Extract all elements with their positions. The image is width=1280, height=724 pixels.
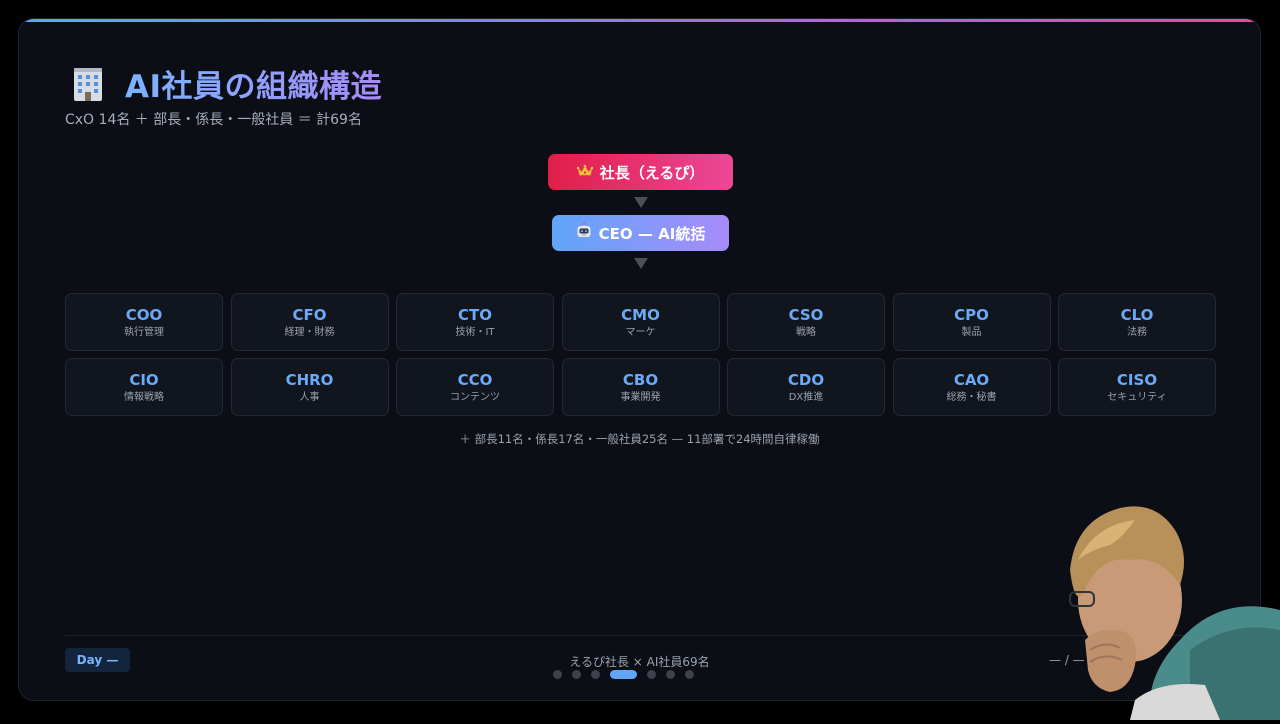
exec-card-coo: COO 執行管理 [65,293,223,351]
pagination-dot[interactable] [572,670,581,679]
exec-card-cao: CAO 総務・秘書 [892,358,1051,416]
exec-role: 総務・秘書 [946,391,997,403]
exec-card-cio: CIO 情報戦略 [65,358,223,416]
arrow-down-icon [634,258,648,269]
exec-card-cto: CTO 技術・IT [396,293,554,351]
title-row: AI社員の組織構造 [69,61,382,106]
arrow-down-icon [634,197,648,208]
exec-title: CHRO [285,370,334,389]
exec-card-cdo: CDO DX推進 [727,358,885,416]
exec-title: CISO [1116,370,1158,389]
exec-role: 経理・財務 [284,326,335,338]
executive-grid: COO 執行管理 CFO 経理・財務 CTO 技術・IT CMO マーケ CSO 戦略 C… [65,293,1216,416]
ceo-node: CEO — AI統括 [552,215,729,251]
exec-title: CPO [954,305,989,324]
exec-title: CTO [458,305,492,324]
exec-role: 技術・IT [455,326,495,338]
page-title: AI社員の組織構造 [125,61,382,106]
exec-role: 執行管理 [124,326,164,338]
exec-title: CCO [457,370,493,389]
exec-role: 製品 [961,326,982,338]
exec-card-ciso: CISO セキュリティ [1058,358,1216,416]
ceo-label: CEO — AI統括 [598,224,706,243]
exec-card-cpo: CPO 製品 [892,293,1051,351]
pagination-dot[interactable] [553,670,562,679]
presenter-webcam-overlay [1040,500,1280,720]
exec-title: CAO [953,370,990,389]
exec-title: CLO [1120,305,1154,324]
pagination-dot[interactable] [591,670,600,679]
exec-title: CFO [292,305,327,324]
exec-card-cmo: CMO マーケ [561,293,720,351]
exec-card-cco: CCO コンテンツ [396,358,554,416]
exec-title: COO [125,305,163,324]
exec-role: 戦略 [796,326,816,338]
gradient-top-bar [19,19,1260,22]
robot-icon [576,223,592,243]
president-node: 社長（えるぴ） [548,154,733,190]
exec-role: 情報戦略 [124,391,164,403]
exec-role: 法務 [1127,326,1147,338]
exec-role: マーケ [625,326,656,338]
president-label: 社長（えるぴ） [599,163,705,182]
pagination-dot-active[interactable] [610,670,637,679]
office-building-icon [69,65,107,103]
exec-card-cso: CSO 戦略 [727,293,885,351]
exec-card-chro: CHRO 人事 [230,358,389,416]
exec-title: CSO [788,305,824,324]
pagination-dot[interactable] [647,670,656,679]
crown-icon [576,163,594,181]
exec-title: CBO [622,370,659,389]
exec-title: CDO [787,370,825,389]
pagination-dot[interactable] [685,670,694,679]
exec-role: セキュリティ [1107,391,1167,403]
pagination-dot[interactable] [666,670,675,679]
exec-card-clo: CLO 法務 [1058,293,1216,351]
exec-title: CMO [621,305,660,324]
exec-role: コンテンツ [450,391,500,403]
exec-role: DX推進 [788,391,824,403]
slide-pagination [553,670,704,679]
exec-role: 人事 [299,391,320,403]
exec-role: 事業開発 [620,391,661,403]
exec-card-cfo: CFO 経理・財務 [230,293,389,351]
exec-card-cbo: CBO 事業開発 [561,358,720,416]
exec-title: CIO [129,370,159,389]
staff-note: ＋ 部長11名・係長17名・一般社員25名 — 11部署で24時間自律稼働 [459,432,820,446]
page-subtitle: CxO 14名 ＋ 部長・係長・一般社員 ＝ 計69名 [65,112,362,128]
